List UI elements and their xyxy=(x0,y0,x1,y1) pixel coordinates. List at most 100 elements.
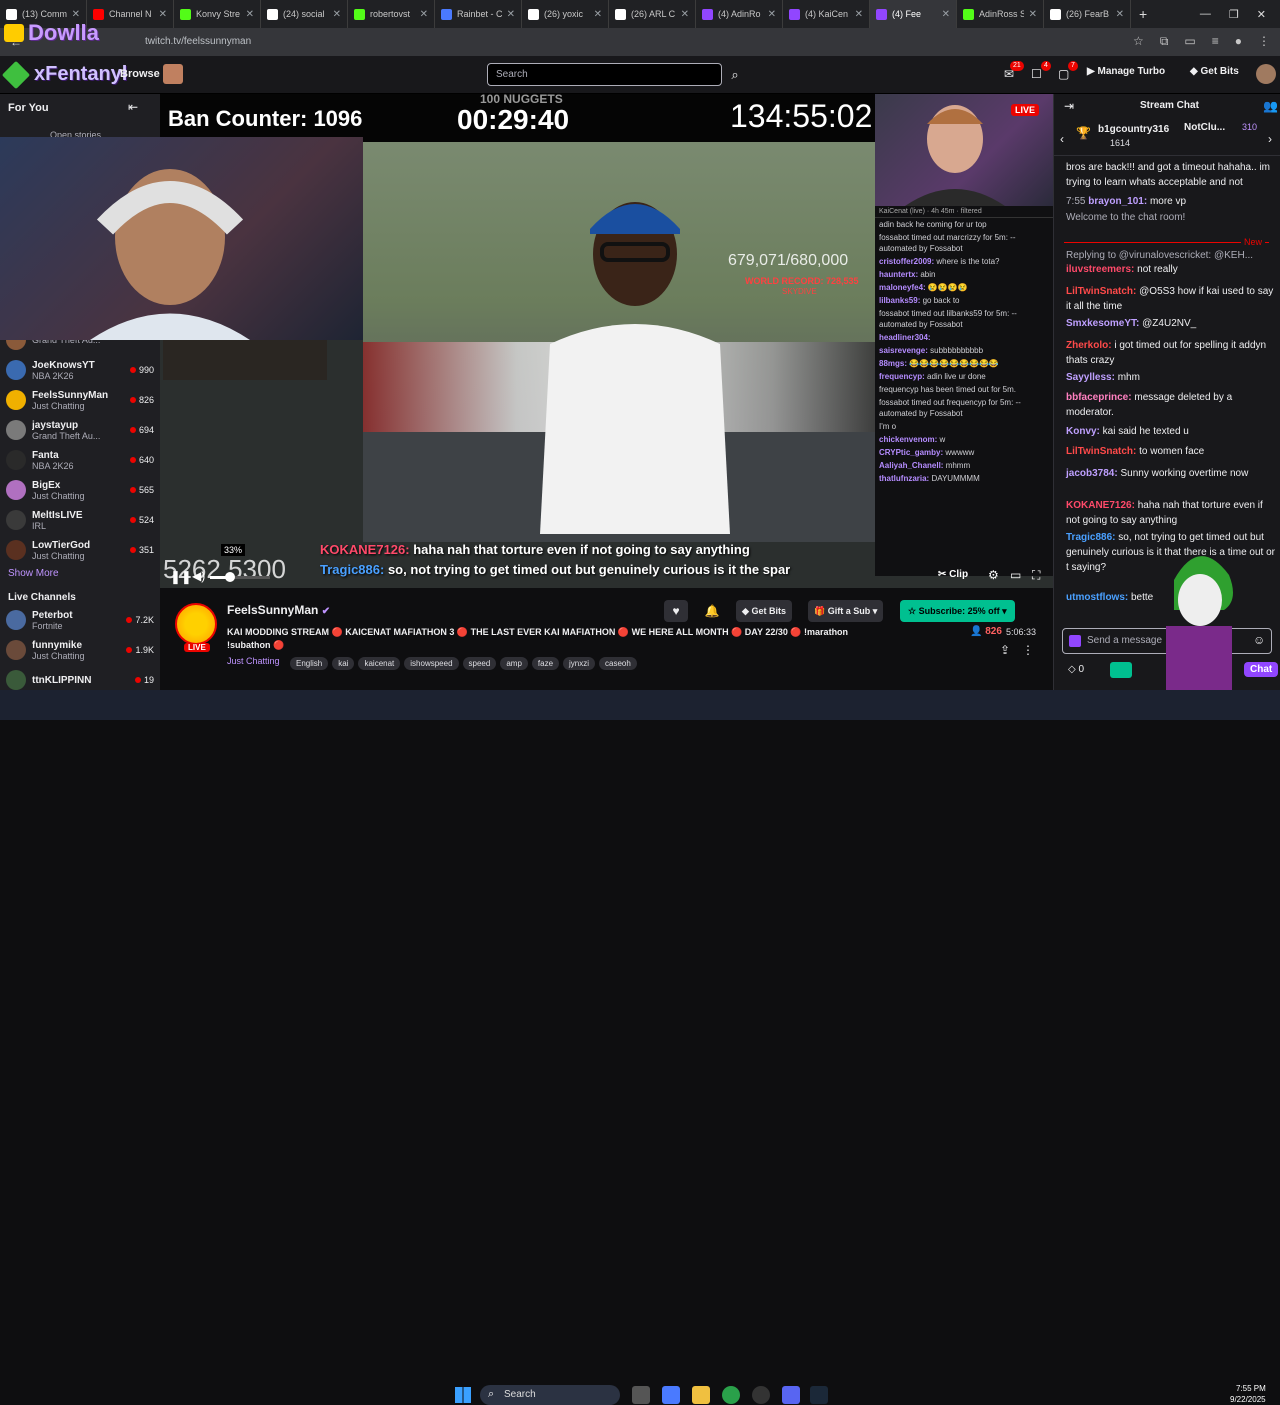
subscribe-button[interactable]: ☆ Subscribe: 25% off ▾ xyxy=(900,600,1015,622)
close-icon[interactable]: ✕ xyxy=(333,9,341,20)
browse-link[interactable]: Browse xyxy=(120,68,160,80)
browser-tab[interactable]: Channel N ✕ xyxy=(87,0,174,28)
sidebar-channel[interactable]: JoeKnowsYT NBA 2K26 990 xyxy=(6,356,154,384)
close-icon[interactable]: ✕ xyxy=(768,9,776,20)
emote-icon[interactable]: ☺ xyxy=(1253,633,1265,647)
browser-tab[interactable]: AdinRoss S ✕ xyxy=(957,0,1044,28)
restore-icon[interactable]: ❐ xyxy=(1229,8,1239,21)
chevron-left-icon[interactable]: ‹ xyxy=(1060,132,1064,146)
browser-tab[interactable]: (4) Fee ✕ xyxy=(870,0,957,28)
activity-icon[interactable]: ▢ xyxy=(1058,67,1069,81)
tag[interactable]: faze xyxy=(531,657,560,670)
sidebar-channel[interactable]: Fanta NBA 2K26 640 xyxy=(6,446,154,474)
sidebar-channel[interactable]: jaystayup Grand Theft Au... 694 xyxy=(6,416,154,444)
browser-tab[interactable]: Konvy Stre ✕ xyxy=(174,0,261,28)
tag[interactable]: English xyxy=(290,657,329,670)
chat-send-button[interactable]: Chat xyxy=(1244,662,1279,677)
volume-icon[interactable]: ◀) xyxy=(192,569,205,583)
channel-avatar[interactable] xyxy=(175,603,217,645)
chevron-right-icon[interactable]: › xyxy=(1268,132,1272,146)
volume-knob[interactable] xyxy=(224,572,235,582)
tag[interactable]: kaicenat xyxy=(358,657,401,670)
discord-icon[interactable] xyxy=(782,1386,800,1404)
browser-tab[interactable]: (4) AdinRo ✕ xyxy=(696,0,783,28)
close-icon[interactable]: ✕ xyxy=(1029,9,1037,20)
user-avatar[interactable] xyxy=(1256,64,1276,84)
sidebar-channel[interactable]: MeltIsLIVE IRL 524 xyxy=(6,506,154,534)
profile-icon[interactable]: ● xyxy=(1235,34,1242,49)
minimize-icon[interactable]: — xyxy=(1200,8,1211,21)
rewards-button[interactable] xyxy=(1110,662,1132,678)
nav-avatar[interactable] xyxy=(163,64,183,84)
sidebar-channel[interactable]: FeelsSunnyMan Just Chatting 826 xyxy=(6,386,154,414)
address-url[interactable]: twitch.tv/feelssunnyman xyxy=(145,36,251,47)
copilot-icon[interactable] xyxy=(662,1386,680,1404)
windows-start-icon[interactable] xyxy=(455,1387,471,1403)
sidebar-channel[interactable]: LowTierGod Just Chatting 351 xyxy=(6,536,154,564)
volume-slider[interactable] xyxy=(210,572,270,582)
collapse-chat-icon[interactable]: ⇥ xyxy=(1064,99,1074,113)
get-bits-channel-button[interactable]: ◆ Get Bits xyxy=(736,600,792,622)
task-view-icon[interactable] xyxy=(632,1386,650,1404)
close-icon[interactable]: ✕ xyxy=(681,9,689,20)
tag[interactable]: caseoh xyxy=(599,657,637,670)
obs-icon[interactable] xyxy=(752,1386,770,1404)
close-icon[interactable]: ✕ xyxy=(1116,9,1124,20)
browser-tab[interactable]: (26) FearB ✕ xyxy=(1044,0,1131,28)
collapse-sidebar-icon[interactable]: ⇤ xyxy=(128,100,138,114)
close-icon[interactable]: ✕ xyxy=(159,9,167,20)
close-icon[interactable]: ✕ xyxy=(420,9,428,20)
community-icon[interactable]: 👥 xyxy=(1263,99,1278,113)
pause-icon[interactable]: ❚❚ xyxy=(170,569,192,585)
tag[interactable]: ishowspeed xyxy=(404,657,459,670)
whispers-icon[interactable]: ☐ xyxy=(1031,67,1042,81)
theatre-mode-icon[interactable]: ▭ xyxy=(1010,568,1021,582)
share-icon[interactable]: ⇪ xyxy=(1000,643,1010,657)
category-link[interactable]: Just Chatting xyxy=(227,656,280,666)
browser-tab[interactable]: robertovst ✕ xyxy=(348,0,435,28)
browser-tab[interactable]: (26) yoxic ✕ xyxy=(522,0,609,28)
channel-name[interactable]: FeelsSunnyMan ✔ xyxy=(227,603,330,617)
close-icon[interactable]: ✕ xyxy=(594,9,602,20)
get-bits-button[interactable]: ◆ Get Bits xyxy=(1190,66,1239,77)
steam-icon[interactable] xyxy=(810,1386,828,1404)
tag[interactable]: jynxzi xyxy=(563,657,596,670)
close-icon[interactable]: ✕ xyxy=(246,9,254,20)
browser-tab[interactable]: Rainbet - C ✕ xyxy=(435,0,522,28)
show-more-link[interactable]: Show More xyxy=(8,568,59,579)
channel-points[interactable]: ◇ 0 xyxy=(1068,664,1084,675)
follow-heart-button[interactable]: ♥ xyxy=(664,600,688,622)
close-icon[interactable]: ✕ xyxy=(72,9,80,20)
search-icon[interactable]: ⌕ xyxy=(724,63,746,86)
close-icon[interactable]: ✕ xyxy=(855,9,863,20)
browser-tab[interactable]: (4) KaiCen ✕ xyxy=(783,0,870,28)
sidebar-channel[interactable]: Peterbot Fortnite 7.2K xyxy=(6,606,154,634)
sidebar-channel[interactable]: BigEx Just Chatting 565 xyxy=(6,476,154,504)
tag[interactable]: kai xyxy=(332,657,355,670)
clip-button[interactable]: ✂ Clip xyxy=(938,569,968,580)
sidebar-channel[interactable]: funnymike Just Chatting 1.9K xyxy=(6,636,154,664)
twitch-logo[interactable]: xFentanyl xyxy=(1,60,127,89)
new-tab-icon[interactable]: + xyxy=(1131,6,1155,22)
settings-gear-icon[interactable]: ⚙ xyxy=(988,568,999,582)
file-explorer-icon[interactable] xyxy=(692,1386,710,1404)
notification-bell-button[interactable]: 🔔 xyxy=(700,600,724,622)
kebab-menu-icon[interactable]: ⋮ xyxy=(1258,34,1270,49)
bookmark-star-icon[interactable]: ☆ xyxy=(1133,34,1144,49)
tag[interactable]: speed xyxy=(462,657,497,670)
manage-turbo-button[interactable]: ▶ Manage Turbo xyxy=(1087,66,1165,77)
fullscreen-icon[interactable]: ⛶ xyxy=(1032,568,1040,583)
chrome-icon[interactable] xyxy=(722,1386,740,1404)
more-options-icon[interactable]: ⋮ xyxy=(1022,643,1034,657)
tag[interactable]: amp xyxy=(500,657,528,670)
extensions-icon[interactable]: ⧉ xyxy=(1160,34,1169,49)
taskbar-search[interactable]: ⌕ Search xyxy=(480,1385,620,1405)
browser-tab[interactable]: (24) social ✕ xyxy=(261,0,348,28)
close-window-icon[interactable]: ✕ xyxy=(1257,8,1266,21)
sidebar-icon[interactable]: ▭ xyxy=(1184,34,1195,49)
close-icon[interactable]: ✕ xyxy=(942,9,950,20)
browser-tab[interactable]: (26) ARL C ✕ xyxy=(609,0,696,28)
search-input[interactable]: Search xyxy=(487,63,722,86)
gift-sub-button[interactable]: 🎁 Gift a Sub ▾ xyxy=(808,600,884,622)
menu-icon[interactable]: ≡ xyxy=(1212,34,1219,49)
